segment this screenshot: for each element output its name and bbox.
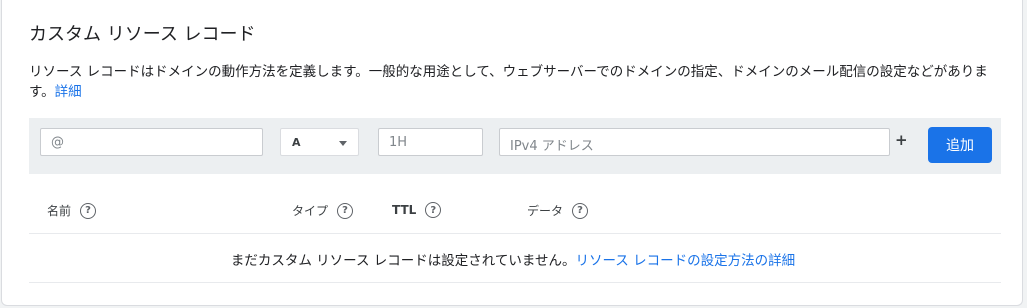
add-data-plus-button[interactable]: +	[895, 131, 908, 149]
help-circle-icon[interactable]: ?	[425, 202, 442, 218]
column-header-name: 名前 ?	[47, 202, 97, 219]
dropdown-arrow-icon	[339, 141, 347, 146]
column-header-ttl: TTL ?	[392, 202, 442, 218]
section-description: リソース レコードはドメインの動作方法を定義します。一般的な用途として、ウェブサ…	[29, 62, 1004, 102]
type-select-value: A	[292, 136, 301, 149]
column-header-type: タイプ ?	[292, 202, 354, 219]
description-text: リソース レコードはドメインの動作方法を定義します。一般的な用途として、ウェブサ…	[29, 64, 988, 100]
table-header-divider	[29, 233, 1001, 234]
section-title: カスタム リソース レコード	[29, 24, 256, 45]
details-link[interactable]: 詳細	[55, 84, 82, 100]
empty-state-text: まだカスタム リソース レコードは設定されていません。	[230, 253, 576, 269]
empty-state-message: まだカスタム リソース レコードは設定されていません。リソース レコードの設定方…	[2, 249, 1024, 269]
setup-details-link[interactable]: リソース レコードの設定方法の詳細	[575, 253, 795, 269]
help-circle-icon[interactable]: ?	[572, 202, 589, 219]
column-header-data-label: データ	[527, 204, 564, 218]
column-header-type-label: タイプ	[292, 204, 329, 218]
add-button[interactable]: 追加	[928, 127, 992, 163]
column-header-ttl-label: TTL	[392, 203, 417, 217]
table-bottom-divider	[29, 282, 1001, 283]
help-circle-icon[interactable]: ?	[80, 202, 97, 219]
help-circle-icon[interactable]: ?	[337, 202, 354, 219]
data-input[interactable]: IPv4 アドレス	[499, 128, 890, 156]
ttl-input[interactable]: 1H	[378, 128, 483, 156]
type-select[interactable]: A	[280, 128, 359, 156]
record-form-bar: @ A 1H IPv4 アドレス + 追加	[29, 118, 1001, 174]
column-header-name-label: 名前	[47, 204, 72, 218]
column-header-data: データ ?	[527, 202, 589, 219]
custom-records-card: カスタム リソース レコード リソース レコードはドメインの動作方法を定義します…	[1, 0, 1023, 306]
name-input[interactable]: @	[40, 128, 263, 156]
